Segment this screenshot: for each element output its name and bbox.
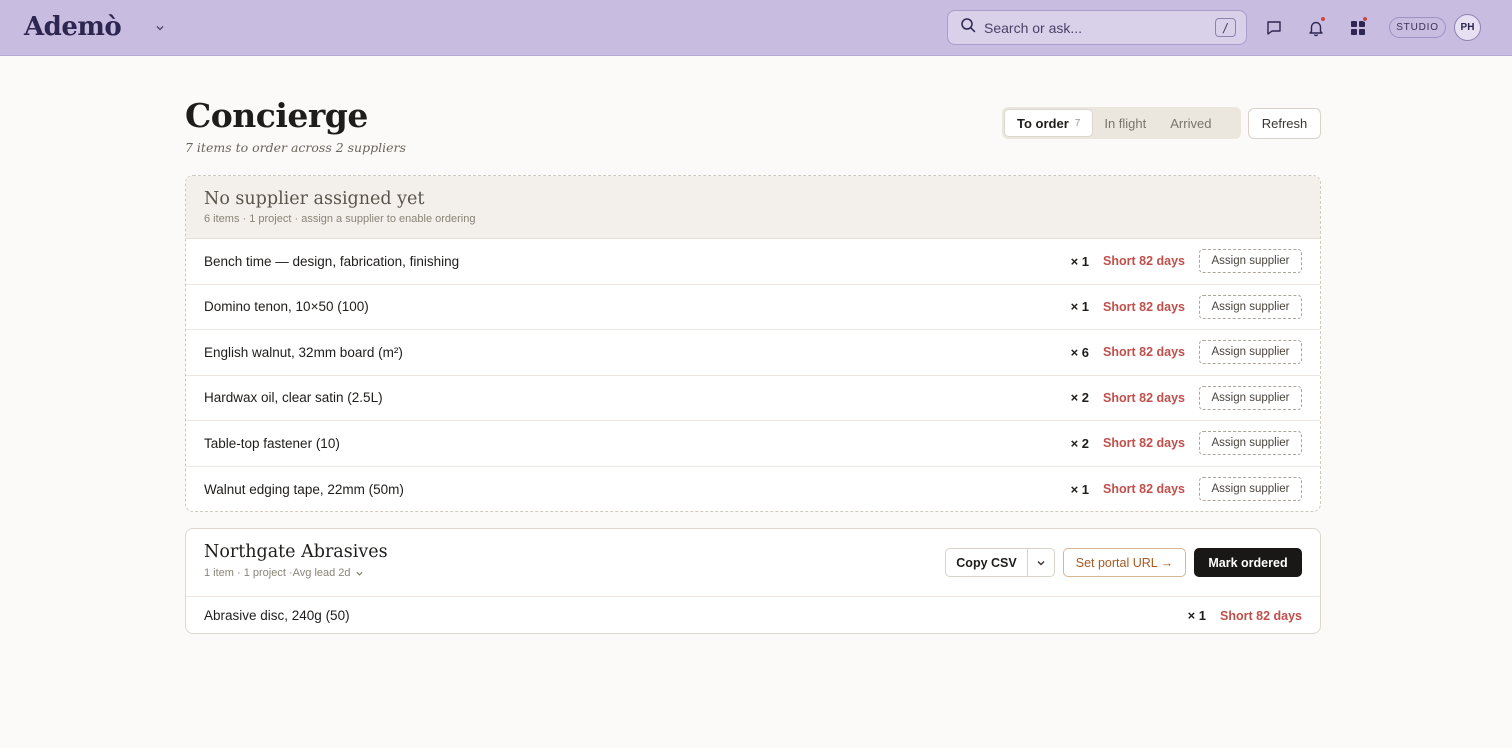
item-status: Short 82 days bbox=[1103, 345, 1185, 360]
item-quantity: × 1 bbox=[1070, 299, 1090, 315]
assign-supplier-button[interactable]: Assign supplier bbox=[1199, 385, 1302, 410]
status-tabs: To order 7 In flight Arrived bbox=[1002, 107, 1241, 139]
item-status: Short 82 days bbox=[1103, 482, 1185, 497]
item-status: Short 82 days bbox=[1103, 390, 1185, 405]
item-name: Walnut edging tape, 22mm (50m) bbox=[204, 481, 404, 497]
search-placeholder: Search or ask... bbox=[984, 19, 1083, 36]
item-name: English walnut, 32mm board (m²) bbox=[204, 344, 403, 360]
tab-arrived[interactable]: Arrived bbox=[1158, 110, 1223, 136]
workspace-switcher-chevron-icon[interactable] bbox=[150, 18, 170, 38]
item-name: Domino tenon, 10×50 (100) bbox=[204, 299, 369, 315]
item-quantity: × 6 bbox=[1070, 344, 1090, 360]
supplier-meta-text: 1 item · 1 project · bbox=[204, 567, 293, 579]
supplier-group-header: Northgate Abrasives 1 item · 1 project ·… bbox=[186, 529, 1320, 597]
unassigned-group-title: No supplier assigned yet bbox=[204, 189, 425, 209]
item-status: Short 82 days bbox=[1220, 608, 1302, 623]
search-shortcut-key: / bbox=[1215, 18, 1236, 37]
search-input[interactable]: Search or ask... / bbox=[947, 10, 1247, 45]
item-name: Hardwax oil, clear satin (2.5L) bbox=[204, 390, 383, 406]
copy-csv-split-button: Copy CSV bbox=[945, 548, 1055, 577]
notifications-bell-icon[interactable] bbox=[1305, 16, 1327, 39]
supplier-group-card: Northgate Abrasives 1 item · 1 project ·… bbox=[185, 528, 1321, 634]
item-name: Table-top fastener (10) bbox=[204, 435, 340, 451]
item-quantity: × 2 bbox=[1070, 390, 1090, 406]
assign-supplier-button[interactable]: Assign supplier bbox=[1199, 340, 1302, 365]
copy-csv-menu-chevron-icon[interactable] bbox=[1028, 549, 1054, 576]
item-quantity: × 2 bbox=[1070, 435, 1090, 451]
item-status: Short 82 days bbox=[1103, 299, 1185, 314]
item-quantity: × 1 bbox=[1187, 608, 1207, 623]
table-row: Bench time — design, fabrication, finish… bbox=[186, 239, 1320, 285]
set-portal-url-button[interactable]: Set portal URL → bbox=[1063, 548, 1186, 577]
item-quantity: × 1 bbox=[1070, 253, 1090, 269]
item-name: Bench time — design, fabrication, finish… bbox=[204, 253, 460, 269]
refresh-button[interactable]: Refresh bbox=[1248, 108, 1321, 139]
page-title: Concierge bbox=[185, 96, 368, 135]
notification-dot bbox=[1320, 16, 1326, 22]
mark-ordered-button[interactable]: Mark ordered bbox=[1194, 548, 1302, 577]
assign-supplier-button[interactable]: Assign supplier bbox=[1199, 294, 1302, 319]
apps-notification-dot bbox=[1362, 16, 1368, 22]
table-row: English walnut, 32mm board (m²) × 6 Shor… bbox=[186, 330, 1320, 376]
item-status: Short 82 days bbox=[1103, 254, 1185, 269]
item-status: Short 82 days bbox=[1103, 436, 1185, 451]
copy-csv-button[interactable]: Copy CSV bbox=[946, 549, 1028, 576]
app-logo[interactable]: Ademò bbox=[24, 12, 122, 42]
assign-supplier-button[interactable]: Assign supplier bbox=[1199, 249, 1302, 274]
unassigned-group-meta: 6 items · 1 project · assign a supplier … bbox=[204, 213, 476, 225]
table-row: Domino tenon, 10×50 (100) × 1 Short 82 d… bbox=[186, 285, 1320, 330]
supplier-actions: Copy CSV Set portal URL → Mark ordered bbox=[945, 548, 1302, 577]
assign-supplier-button[interactable]: Assign supplier bbox=[1199, 477, 1302, 502]
assign-supplier-button[interactable]: Assign supplier bbox=[1199, 431, 1302, 456]
avg-lead-label: Avg lead 2d bbox=[292, 567, 351, 579]
chevron-down-icon bbox=[355, 569, 364, 578]
unassigned-group-card: No supplier assigned yet 6 items · 1 pro… bbox=[185, 175, 1321, 512]
tab-to-order-count: 7 bbox=[1074, 117, 1081, 129]
apps-grid-icon[interactable] bbox=[1347, 16, 1369, 39]
tab-in-flight[interactable]: In flight bbox=[1092, 110, 1158, 136]
search-icon bbox=[960, 17, 976, 38]
top-bar: Ademò Search or ask... / STUDIO PH bbox=[0, 0, 1512, 56]
messages-icon[interactable] bbox=[1263, 17, 1285, 39]
table-row: Walnut edging tape, 22mm (50m) × 1 Short… bbox=[186, 467, 1320, 512]
tab-to-order[interactable]: To order 7 bbox=[1005, 110, 1093, 136]
table-row: Abrasive disc, 240g (50) × 1 Short 82 da… bbox=[186, 597, 1320, 633]
user-avatar[interactable]: PH bbox=[1454, 14, 1481, 41]
item-quantity: × 1 bbox=[1070, 481, 1090, 497]
avg-lead-dropdown[interactable]: Avg lead 2d bbox=[293, 567, 364, 579]
unassigned-group-header: No supplier assigned yet 6 items · 1 pro… bbox=[186, 176, 1320, 239]
studio-badge[interactable]: STUDIO bbox=[1389, 17, 1446, 38]
table-row: Hardwax oil, clear satin (2.5L) × 2 Shor… bbox=[186, 376, 1320, 421]
tab-to-order-label: To order bbox=[1017, 115, 1069, 131]
page-subtitle: 7 items to order across 2 suppliers bbox=[185, 140, 406, 155]
item-name: Abrasive disc, 240g (50) bbox=[204, 608, 350, 623]
table-row: Table-top fastener (10) × 2 Short 82 day… bbox=[186, 421, 1320, 467]
